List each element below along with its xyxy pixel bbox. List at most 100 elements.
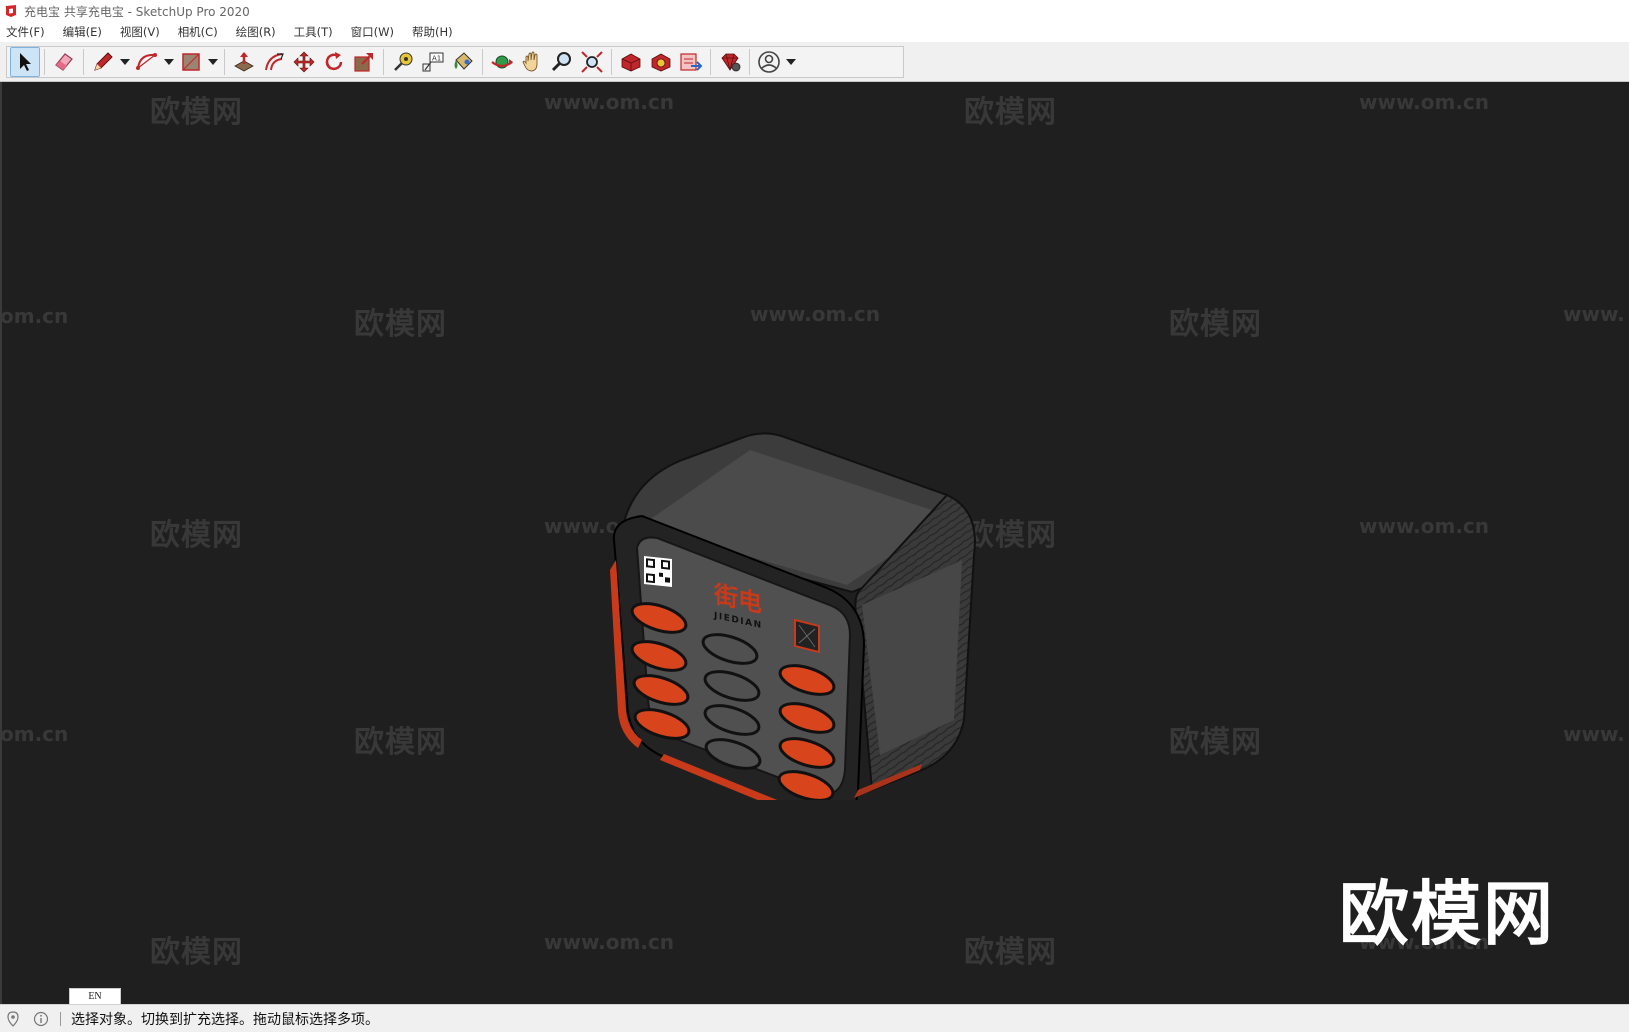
watermark-text: 欧模网 [354,725,447,760]
display-screen [794,618,820,654]
pencil-icon [94,52,113,71]
watermark-text: 欧模网 [1169,725,1262,760]
eraser-icon [55,53,73,71]
send-to-layout-icon [680,53,703,71]
toolbar-divider [83,49,84,75]
rotate-tool-button[interactable] [319,47,349,77]
move-tool-button[interactable] [289,47,319,77]
watermark-text: 欧模网 [354,307,447,342]
toolbar-divider [710,49,711,75]
tape-measure-icon [394,52,413,71]
arrow-cursor-icon [20,53,31,71]
toolbar-divider [611,49,612,75]
window-title: 充电宝 共享充电宝 - SketchUp Pro 2020 [24,4,250,19]
text-tool-button[interactable]: A1 [418,47,448,77]
arc-tool-button[interactable] [132,47,162,77]
zoom-extents-icon [581,51,603,73]
info-icon[interactable] [32,1010,50,1028]
3d-warehouse-icon [621,53,641,72]
extension-manager-tool-button[interactable] [715,47,745,77]
user-account-icon [758,51,780,73]
status-divider [60,1011,61,1026]
ime-label: EN [88,991,102,1002]
watermark-text: 欧模网 [964,935,1057,970]
3d-warehouse-tool-button[interactable] [616,47,646,77]
status-message: 选择对象。切换到扩充选择。拖动鼠标选择多项。 [71,1011,379,1028]
svg-text:A1: A1 [432,55,441,63]
account-dropdown[interactable] [784,47,798,77]
push-pull-tool-button[interactable] [229,47,259,77]
orbit-tool-button[interactable] [487,47,517,77]
zoom-tool-button[interactable] [547,47,577,77]
menu-tools[interactable]: 工具(T) [292,23,335,41]
watermark-url: om.cn [0,304,69,328]
line-tool-dropdown[interactable] [118,47,132,77]
status-bar: 选择对象。切换到扩充选择。拖动鼠标选择多项。 [0,1004,1629,1032]
scale-icon [354,53,373,72]
menu-camera[interactable]: 相机(C) [176,23,220,41]
title-bar: 充电宝 共享充电宝 - SketchUp Pro 2020 [0,0,1629,22]
watermark-url: www.om.cn [1359,514,1490,538]
offset-icon [265,53,284,71]
extension-warehouse-tool-button[interactable] [646,47,676,77]
account-tool-button[interactable] [754,47,784,77]
paint-bucket-icon [454,52,473,70]
scale-tool-button[interactable] [349,47,379,77]
rectangle-tool-dropdown[interactable] [206,47,220,77]
toolbar-divider [44,49,45,75]
sketchup-logo-icon [6,5,16,17]
model-viewport[interactable]: 欧模网 www.om.cn 欧模网 www.om.cn om.cn 欧模网 ww… [0,82,1629,1004]
paint-bucket-tool-button[interactable] [448,47,478,77]
watermark-url: www.om.cn [544,90,675,114]
geo-location-icon[interactable] [4,1010,22,1028]
watermark-text: 欧模网 [1169,307,1262,342]
rectangle-tool-button[interactable] [176,47,206,77]
watermark-url: om.cn [0,722,69,746]
tape-measure-tool-button[interactable] [388,47,418,77]
qr-code-icon [644,556,672,587]
large-tool-set-toolbar: A1 [0,42,1629,82]
arc-icon [136,53,157,70]
hand-icon [522,51,538,72]
select-tool-button[interactable] [10,47,40,77]
watermark-url: www. [1563,302,1625,326]
chevron-down-icon [164,59,174,65]
watermark-text: 欧模网 [150,518,243,553]
power-bank-station-model[interactable]: 街电 JIEDIAN [602,360,1022,800]
pan-tool-button[interactable] [517,47,547,77]
rectangle-icon [182,53,200,71]
orbit-icon [491,55,513,69]
menu-edit[interactable]: 编辑(E) [61,23,104,41]
watermark-url: www. [1563,722,1625,746]
extension-warehouse-icon [651,53,671,72]
menu-view[interactable]: 视图(V) [118,23,162,41]
menu-bar: 文件(F) 编辑(E) 视图(V) 相机(C) 绘图(R) 工具(T) 窗口(W… [0,22,1629,42]
menu-draw[interactable]: 绘图(R) [234,23,278,41]
push-pull-icon [234,52,254,72]
line-tool-button[interactable] [88,47,118,77]
rotate-icon [325,52,343,71]
magnifier-icon [551,52,571,72]
menu-window[interactable]: 窗口(W) [349,23,396,41]
arc-tool-dropdown[interactable] [162,47,176,77]
send-to-layout-tool-button[interactable] [676,47,706,77]
zoom-extents-tool-button[interactable] [577,47,607,77]
offset-tool-button[interactable] [259,47,289,77]
toolbar-divider [383,49,384,75]
menu-file[interactable]: 文件(F) [4,23,47,41]
watermark-text: 欧模网 [964,95,1057,130]
watermark-text: 欧模网 [150,95,243,130]
ime-language-indicator[interactable]: EN [69,988,121,1005]
chevron-down-icon [208,59,218,65]
watermark-text: 欧模网 [150,935,243,970]
watermark-url: www.om.cn [750,302,881,326]
menu-help[interactable]: 帮助(H) [410,23,455,41]
sketchup-window: 充电宝 共享充电宝 - SketchUp Pro 2020 文件(F) 编辑(E… [0,0,1629,1032]
toolbar-divider [482,49,483,75]
toolbar-divider [749,49,750,75]
watermark-logo: 欧模网 [1339,873,1555,955]
move-icon [293,51,315,73]
chevron-down-icon [786,59,796,65]
toolbar-divider [224,49,225,75]
eraser-tool-button[interactable] [49,47,79,77]
